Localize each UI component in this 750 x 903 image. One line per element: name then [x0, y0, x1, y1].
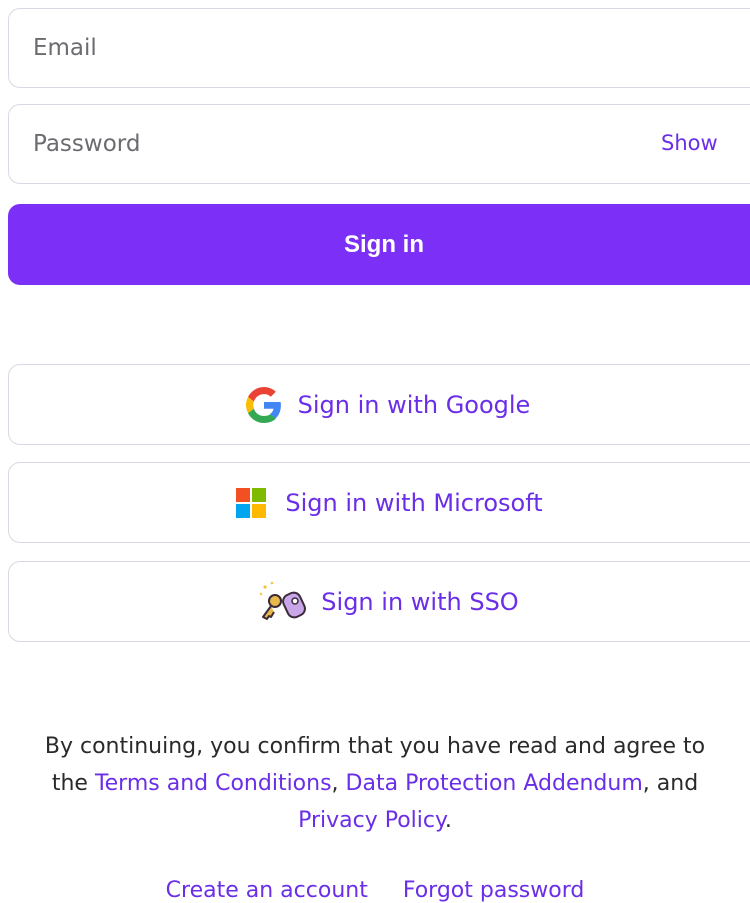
- sign-in-sso-button[interactable]: Sign in with SSO: [8, 561, 750, 642]
- email-field-container[interactable]: [8, 8, 750, 88]
- terms-link[interactable]: Terms and Conditions: [95, 771, 332, 796]
- footer-links: Create an account Forgot password: [0, 878, 750, 903]
- legal-line-1: By continuing, you confirm that you have…: [44, 734, 706, 759]
- legal-line-3: Privacy Policy.: [0, 802, 750, 839]
- legal-the: the: [51, 771, 88, 796]
- legal-end: .: [444, 808, 452, 833]
- google-icon: [245, 386, 282, 423]
- dpa-link[interactable]: Data Protection Addendum: [346, 771, 643, 796]
- password-input[interactable]: [33, 131, 633, 157]
- create-account-link[interactable]: Create an account: [166, 878, 368, 903]
- password-field-container[interactable]: Show: [8, 104, 750, 184]
- legal-sep-2: , and: [642, 771, 699, 796]
- sign-in-button-label: Sign in: [344, 230, 424, 258]
- legal-sep-1: ,: [331, 771, 339, 796]
- sign-in-page: Show Sign in Sign in with Google Sign: [0, 0, 750, 903]
- sign-in-sso-label: Sign in with SSO: [321, 587, 519, 616]
- sign-in-microsoft-button[interactable]: Sign in with Microsoft: [8, 462, 750, 543]
- legal-notice: By continuing, you confirm that you have…: [0, 728, 750, 839]
- privacy-link[interactable]: Privacy Policy: [298, 808, 445, 833]
- microsoft-icon: [233, 485, 269, 521]
- sign-in-button[interactable]: Sign in: [8, 204, 750, 285]
- show-password-button[interactable]: Show: [661, 131, 718, 155]
- legal-line-2: the Terms and Conditions, Data Protectio…: [0, 765, 750, 802]
- key-icon: [257, 579, 309, 625]
- sign-in-google-button[interactable]: Sign in with Google: [8, 364, 750, 445]
- email-input[interactable]: [33, 35, 633, 61]
- sign-in-microsoft-label: Sign in with Microsoft: [285, 488, 543, 517]
- forgot-password-link[interactable]: Forgot password: [403, 878, 584, 903]
- sign-in-google-label: Sign in with Google: [297, 390, 531, 419]
